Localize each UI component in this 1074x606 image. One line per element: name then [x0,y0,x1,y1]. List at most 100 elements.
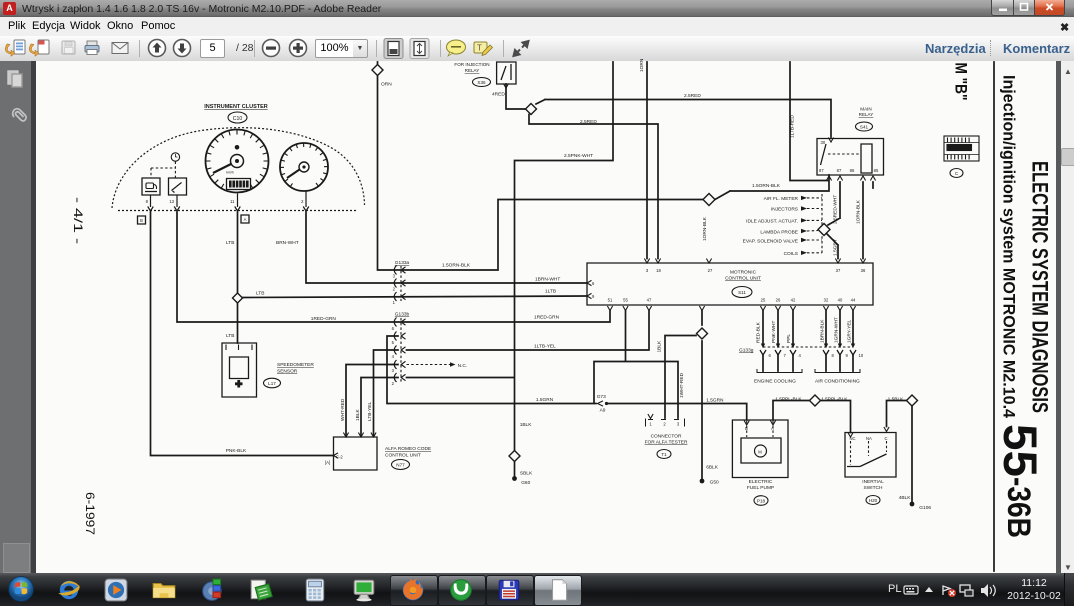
svg-text:8: 8 [832,353,835,358]
svg-text:CONTROL UNIT: CONTROL UNIT [385,453,421,459]
svg-text:LTB: LTB [226,240,234,246]
svg-text:1BRN-BLK: 1BRN-BLK [820,319,826,343]
svg-text:INERTIAL: INERTIAL [862,479,884,485]
svg-text:G60: G60 [521,480,530,486]
svg-text:1ORN: 1ORN [639,58,645,72]
svg-text:ORN: ORN [381,82,392,88]
svg-text:RED-BLK: RED-BLK [756,321,762,343]
svg-text:6BLK: 6BLK [706,465,719,471]
svg-text:1: 1 [649,422,652,427]
svg-text:1RED-GRN: 1RED-GRN [534,315,560,321]
svg-text:1GRN-WHT: 1GRN-WHT [834,317,840,343]
svg-text:2: 2 [301,199,304,204]
svg-text:N77: N77 [396,462,405,467]
svg-text:1WHT-RED: 1WHT-RED [679,372,685,398]
svg-text:1.5PPL-BLK: 1.5PPL-BLK [821,397,848,403]
svg-text:G73: G73 [597,394,606,400]
svg-text:87: 87 [837,168,842,173]
svg-text:LTB: LTB [226,333,234,339]
svg-text:AIR CONDITIONING: AIR CONDITIONING [815,379,860,385]
svg-text:C: C [955,171,959,176]
svg-text:1.5BLK: 1.5BLK [888,397,905,403]
svg-text:B: B [140,218,143,223]
svg-text:1BLK: 1BLK [657,340,663,353]
svg-text:26: 26 [776,298,781,303]
svg-text:B: B [745,426,748,431]
svg-text:55: 55 [994,424,1047,477]
svg-text:S36: S36 [477,80,486,85]
svg-text:37: 37 [836,268,841,273]
svg-text:G133b: G133b [395,312,410,318]
svg-text:1LTB: 1LTB [545,289,556,295]
svg-text:2.5PNK-WHT: 2.5PNK-WHT [564,153,593,159]
svg-text:44: 44 [851,298,856,303]
svg-text:10: 10 [859,353,864,358]
svg-text:3: 3 [646,268,649,273]
svg-text:FUEL PUMP: FUEL PUMP [747,485,774,491]
svg-text:1.5PPL-BLK: 1.5PPL-BLK [775,397,802,403]
svg-text:36: 36 [861,268,866,273]
svg-text:40: 40 [838,298,843,303]
svg-text:1ORN-BLK: 1ORN-BLK [856,199,862,224]
svg-text:PPL: PPL [786,334,792,343]
svg-text:AIR FL. METER: AIR FL. METER [764,196,799,202]
svg-text:A: A [771,426,774,431]
svg-text:3: 3 [677,422,680,427]
svg-text:1.5GRY: 1.5GRY [833,238,839,256]
svg-text:S11: S11 [738,290,746,295]
svg-text:2: 2 [663,422,666,427]
svg-text:km/h: km/h [226,171,233,175]
svg-text:4BLK: 4BLK [899,495,912,501]
svg-text:NA: NA [866,436,872,441]
svg-text:IDLE ADJUST. ACTUAT.: IDLE ADJUST. ACTUAT. [746,219,798,225]
svg-text:- 4/1 -: - 4/1 - [71,197,85,244]
svg-text:2.5RED-WHT: 2.5RED-WHT [833,195,839,224]
svg-text:1BRN-WHT: 1BRN-WHT [535,277,560,283]
svg-text:6-1997: 6-1997 [83,492,97,535]
svg-text:NC: NC [850,436,856,441]
svg-text:27: 27 [708,268,713,273]
svg-text:L17: L17 [268,381,276,386]
svg-text:30: 30 [821,140,826,145]
svg-text:-36B: -36B [1001,477,1037,538]
svg-text:SPEEDOMETER: SPEEDOMETER [277,362,314,368]
svg-text:H20: H20 [869,498,878,503]
svg-text:PNK-BLK: PNK-BLK [226,448,247,454]
svg-text:7: 7 [784,353,787,358]
svg-text:ENGINE COOLING: ENGINE COOLING [754,379,796,385]
svg-text:A: A [244,217,247,222]
svg-text:1GRY-YEL: 1GRY-YEL [847,319,853,343]
svg-text:Injection/ignition system MOTR: Injection/ignition system MOTRONIC M2.10… [1000,75,1019,419]
svg-text:FOR INJECTION: FOR INJECTION [454,62,489,67]
svg-text:47: 47 [647,298,652,303]
svg-text:5: 5 [392,340,395,345]
svg-text:INJECTORS: INJECTORS [771,207,798,213]
svg-text:COILS: COILS [784,251,798,257]
svg-text:CONTROL UNIT: CONTROL UNIT [725,276,761,282]
svg-text:1.5GRN: 1.5GRN [536,397,554,403]
svg-text:2.5RED: 2.5RED [684,93,701,99]
svg-text:P18: P18 [757,498,766,503]
svg-text:SENSOR: SENSOR [277,369,298,375]
svg-text:1LTB-YEL: 1LTB-YEL [534,344,556,350]
svg-text:G50: G50 [710,480,719,486]
svg-text:9: 9 [846,353,849,358]
svg-text:SWITCH: SWITCH [864,485,883,491]
svg-text:13: 13 [169,199,174,204]
svg-text:MOTRONIC: MOTRONIC [730,270,757,276]
svg-text:ELECTRIC SYSTEM DIAGNOSIS: ELECTRIC SYSTEM DIAGNOSIS [1028,161,1053,413]
svg-text:G106: G106 [919,505,931,511]
svg-text:1RED-GRN: 1RED-GRN [311,316,337,322]
svg-text:6: 6 [592,281,595,286]
svg-text:4: 4 [799,353,802,358]
svg-text:86: 86 [850,168,855,173]
svg-text:C-2: C-2 [336,455,343,460]
svg-text:INSTRUMENT CLUSTER: INSTRUMENT CLUSTER [204,104,268,110]
svg-text:S41: S41 [860,124,869,129]
svg-text:PNK-WHT: PNK-WHT [771,321,777,343]
svg-text:18: 18 [656,268,661,273]
svg-text:87: 87 [819,168,824,173]
svg-text:T1: T1 [661,452,667,457]
svg-text:C10: C10 [233,116,243,122]
svg-text:9: 9 [592,294,595,299]
